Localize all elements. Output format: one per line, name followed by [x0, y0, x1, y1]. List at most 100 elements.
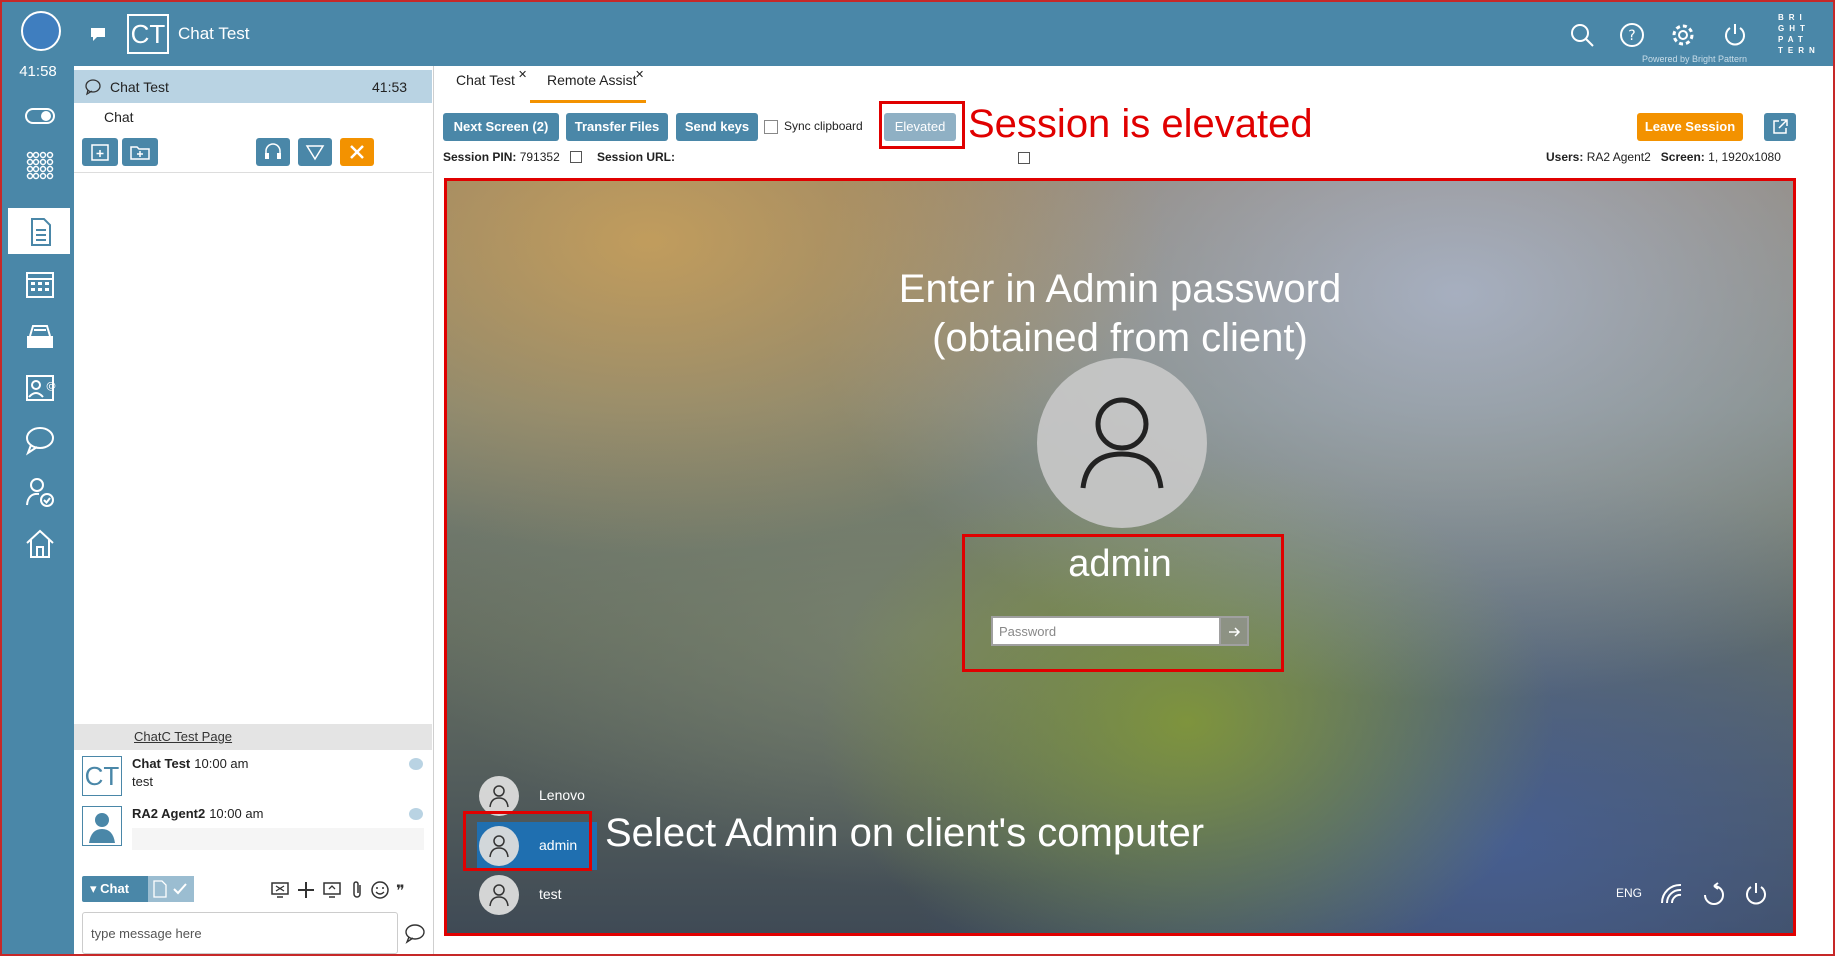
svg-text:?: ?: [1628, 28, 1635, 44]
arrow-right-icon: [1229, 627, 1241, 637]
popout-button[interactable]: [1764, 113, 1796, 141]
contact-info-icon[interactable]: [24, 216, 56, 248]
chat-subtitle: Chat: [104, 109, 134, 125]
user-name: test: [539, 886, 562, 902]
headset-icon: [265, 143, 281, 159]
svg-text:@: @: [46, 381, 56, 392]
language-indicator[interactable]: ENG: [1616, 886, 1642, 900]
session-timer: 41:58: [19, 63, 57, 80]
screen-value: 1, 1920x1080: [1708, 150, 1781, 164]
chat-page-link[interactable]: ChatC Test Page: [134, 729, 232, 744]
powered-by-text: Powered by Bright Pattern: [1642, 54, 1748, 64]
network-icon[interactable]: [1659, 881, 1685, 907]
message-sender-name: Chat Test: [132, 756, 191, 771]
message-text: [132, 828, 424, 850]
message-time: 10:00 am: [194, 756, 249, 771]
contact-avatar: CT: [127, 14, 169, 54]
close-tab-icon[interactable]: ✕: [518, 68, 527, 81]
chevron-down-icon: ▾: [90, 881, 101, 896]
agent-status-icon[interactable]: [24, 476, 56, 508]
chat-panel: Chat Test 41:53 Chat ChatC Test Page CT …: [74, 66, 434, 954]
remote-screen[interactable]: Enter in Admin password (obtained from c…: [444, 178, 1796, 936]
transfer-button[interactable]: [298, 138, 332, 166]
elevated-highlight: [879, 101, 965, 149]
plus-icon[interactable]: [296, 880, 316, 900]
session-url-label: Session URL:: [597, 150, 676, 164]
message-sender-name: RA2 Agent2: [132, 806, 206, 821]
transfer-files-button[interactable]: Transfer Files: [566, 113, 668, 141]
chat-options-group[interactable]: [148, 876, 194, 902]
annotation-select-admin: Select Admin on client's computer: [605, 811, 1205, 855]
admin-highlight: [463, 811, 592, 871]
headset-button[interactable]: [256, 138, 290, 166]
session-pin-label: Session PIN:: [443, 150, 517, 164]
sync-clipboard-label: Sync clipboard: [784, 119, 863, 133]
session-pin-value: 791352: [519, 150, 560, 164]
screen-share-icon[interactable]: [270, 880, 290, 900]
attachment-icon[interactable]: [348, 880, 368, 900]
chat-channel-dropdown[interactable]: ▾ Chat: [82, 876, 148, 902]
message-time: 10:00 am: [209, 806, 264, 821]
divider: [74, 172, 432, 173]
submit-arrow-button[interactable]: [1221, 616, 1249, 646]
quote-icon[interactable]: ❞: [394, 880, 414, 900]
password-input[interactable]: Password: [991, 616, 1221, 646]
schedule-button[interactable]: [82, 138, 118, 166]
brand-logo: BRI GHT PAT TERN: [1778, 13, 1820, 55]
annotation-elevated: Session is elevated: [968, 102, 1313, 146]
message-bubble-icon: [409, 808, 423, 820]
power-icon[interactable]: [1743, 881, 1769, 907]
end-chat-button[interactable]: [340, 138, 374, 166]
login-highlight: [962, 534, 1284, 672]
power-icon[interactable]: [1722, 22, 1748, 48]
chat-bubble-icon: [85, 79, 101, 96]
tab-chat-test[interactable]: Chat Test: [456, 72, 515, 94]
send-icon[interactable]: [404, 922, 426, 944]
user-name: Lenovo: [539, 787, 585, 803]
user-icon: [479, 875, 519, 915]
close-tab-icon[interactable]: ✕: [635, 68, 644, 81]
session-url: Session URL:: [597, 150, 675, 164]
message-sender: Chat Test 10:00 am: [132, 756, 248, 771]
copy-pin-icon[interactable]: [570, 151, 582, 163]
user-avatar-icon: [1037, 358, 1207, 528]
emoji-icon[interactable]: [370, 880, 390, 900]
agent-status-button[interactable]: [21, 11, 61, 51]
remote-assist-icon[interactable]: [322, 880, 342, 900]
calendar-icon[interactable]: [24, 268, 56, 300]
chat-header-time: 41:53: [372, 79, 408, 95]
home-icon[interactable]: [24, 528, 56, 560]
sync-clipboard-checkbox[interactable]: [764, 120, 778, 134]
app-frame: CT Chat Test ? BRI GHT PAT TERN Powered …: [0, 0, 1835, 956]
settings-icon[interactable]: [1670, 22, 1696, 48]
check-icon: [173, 883, 187, 895]
tab-remote-assist[interactable]: Remote Assist: [547, 72, 636, 94]
tab-label: Chat Test: [456, 72, 515, 88]
chat-icon[interactable]: [24, 424, 56, 456]
svg-text:❞: ❞: [396, 881, 405, 900]
calendar-add-icon: [91, 144, 109, 161]
session-pin: Session PIN: 791352: [443, 150, 560, 164]
chat-header[interactable]: Chat Test 41:53: [74, 70, 432, 103]
send-keys-button[interactable]: Send keys: [676, 113, 758, 141]
folder-add-icon: [130, 146, 150, 160]
external-link-icon: [1773, 119, 1788, 134]
chat-header-label: Chat Test: [110, 79, 169, 95]
accessibility-icon[interactable]: [1701, 881, 1727, 907]
leave-session-button[interactable]: Leave Session: [1637, 113, 1743, 141]
toggle-icon[interactable]: [24, 100, 56, 132]
add-folder-button[interactable]: [122, 138, 158, 166]
person-icon: [82, 806, 122, 846]
next-screen-button[interactable]: Next Screen (2): [443, 113, 559, 141]
message-input[interactable]: type message here: [82, 912, 398, 954]
search-icon[interactable]: [1569, 22, 1595, 48]
left-nav-rail: [2, 66, 74, 954]
user-icon: [479, 776, 519, 816]
dialpad-icon[interactable]: [24, 150, 56, 182]
directory-icon[interactable]: @: [24, 372, 56, 404]
inbox-icon[interactable]: [24, 320, 56, 352]
chat-channel-label: Chat: [100, 881, 130, 896]
help-icon[interactable]: ?: [1619, 22, 1645, 48]
copy-url-icon[interactable]: [1018, 152, 1030, 164]
active-tab-indicator: [530, 100, 646, 103]
